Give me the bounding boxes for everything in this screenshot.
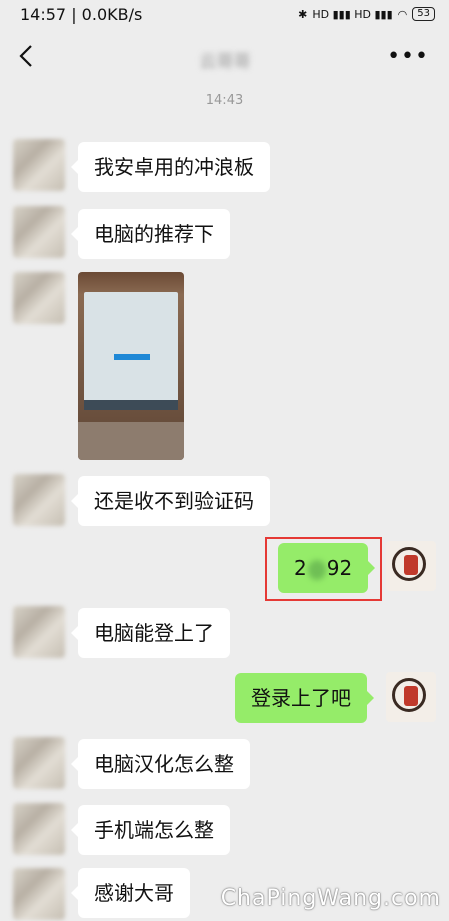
contact-avatar[interactable] [13,474,65,526]
back-icon[interactable] [14,42,42,70]
incoming-message[interactable]: 电脑的推荐下 [71,209,230,259]
signal-icon: HD ▮▮▮ HD ▮▮▮ [312,7,393,21]
taskbar-in-photo [84,400,178,410]
contact-avatar[interactable] [13,139,65,191]
highlight-box [265,537,382,601]
incoming-message[interactable]: 电脑汉化怎么整 [71,739,250,789]
contact-avatar[interactable] [13,272,65,324]
my-avatar[interactable] [386,672,436,722]
battery-icon: 53 [412,7,435,21]
laptop-screen [84,292,178,410]
outgoing-message[interactable]: 登录上了吧 [235,673,374,723]
wifi-icon: ◠ [397,7,408,21]
contact-avatar[interactable] [13,737,65,789]
seal-icon [404,555,418,575]
incoming-message[interactable]: 手机端怎么整 [71,805,230,855]
incoming-message[interactable]: 我安卓用的冲浪板 [71,142,270,192]
bluetooth-icon: ✱ [298,7,308,21]
incoming-message[interactable]: 电脑能登上了 [71,608,230,658]
contact-avatar[interactable] [13,606,65,658]
status-bar: 14:57 | 0.0KB/s ✱ HD ▮▮▮ HD ▮▮▮ ◠ 53 [0,0,449,30]
contact-avatar[interactable] [13,206,65,258]
seal-icon [404,686,418,706]
watermark: ChaPingWang.com [220,886,441,911]
keyboard-in-photo [78,422,184,460]
image-message[interactable] [78,272,184,460]
chat-header: 云哥哥 ••• [0,30,449,86]
chat-title: 云哥哥 [199,52,251,72]
login-button-in-photo [114,354,150,360]
more-icon[interactable]: ••• [387,44,429,69]
status-time: 14:57 | 0.0KB/s [20,5,143,24]
incoming-message[interactable]: 感谢大哥 [71,868,190,918]
my-avatar[interactable] [386,541,436,591]
contact-avatar[interactable] [13,868,65,920]
message-timestamp: 14:43 [205,93,244,108]
incoming-message[interactable]: 还是收不到验证码 [71,476,270,526]
contact-avatar[interactable] [13,803,65,855]
status-icons: ✱ HD ▮▮▮ HD ▮▮▮ ◠ 53 [298,7,435,21]
